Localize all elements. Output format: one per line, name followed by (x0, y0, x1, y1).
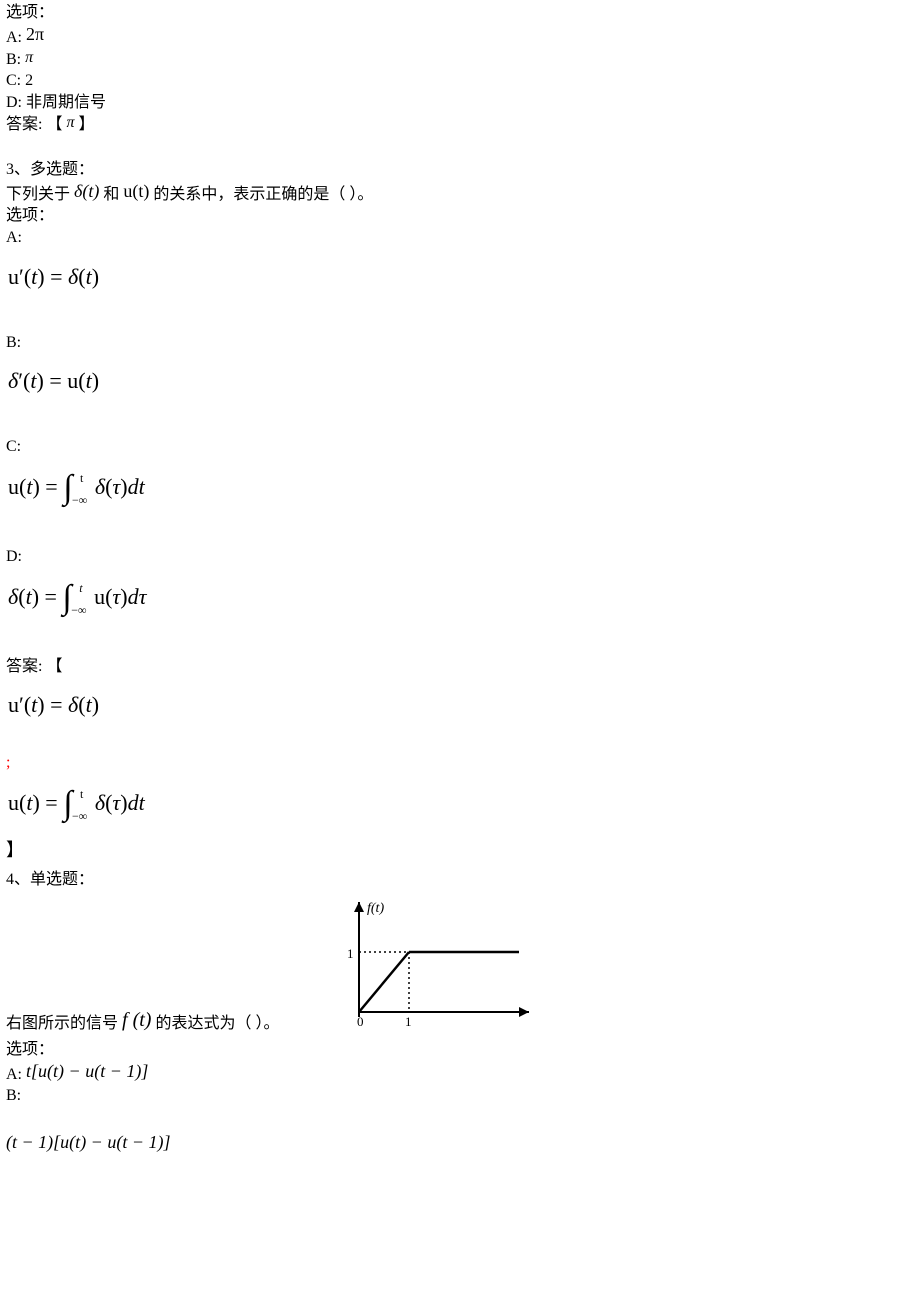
q4-chart: f(t) 1 0 1 (319, 892, 539, 1039)
q4-stem-line: 右图所示的信号 f (t) 的表达式为（ ）。 f(t) 1 0 1 (6, 892, 914, 1039)
svg-text:0: 0 (357, 1014, 364, 1029)
q3-stem-mid: 和 (99, 186, 123, 203)
svg-text:f(t): f(t) (367, 901, 384, 916)
q2-answer-label: 答案: 【 (6, 116, 66, 133)
q3-c-label: C: (6, 437, 914, 458)
svg-text:1: 1 (405, 1014, 412, 1029)
q3-sep: ; (6, 753, 914, 774)
q3-b-eq: δ′(t) = u(t) (8, 367, 914, 396)
q3-ans2: u(t) = ∫ t−∞ δ(τ)dt (8, 788, 914, 822)
q4-options-label: 选项： (6, 1040, 914, 1061)
q3-c-upper: t (80, 472, 95, 484)
q3-d-upper: t (79, 582, 94, 594)
q3-ans2-lower: −∞ (72, 810, 87, 822)
q2-answer-close: 】 (74, 116, 94, 133)
q3-a-label: A: (6, 228, 914, 249)
q2-option-d: D: 非周期信号 (6, 93, 914, 114)
q2-option-a: A: 2π (6, 25, 914, 49)
q4-b-label: B: (6, 1086, 914, 1107)
q3-d-label: D: (6, 547, 914, 568)
q2-c-val: 2 (25, 72, 33, 89)
q3-answer-close: 】 (6, 839, 914, 862)
q3-stem-post: 的关系中，表示正确的是（ ）。 (149, 186, 373, 203)
q3-c-eq: u(t) = ∫ t−∞ δ(τ)dt (8, 472, 914, 506)
signal-plot-svg: f(t) 1 0 1 (319, 892, 539, 1032)
q2-answer: 答案: 【 π 】 (6, 115, 914, 136)
q2-d-label: D: (6, 94, 26, 111)
q4-f: f (t) (122, 1009, 151, 1031)
q4-header: 4、单选题： (6, 870, 914, 891)
q3-delta: δ(t) (74, 181, 99, 201)
q3-stem: 下列关于 δ(t) 和 u(t) 的关系中，表示正确的是（ ）。 (6, 182, 914, 206)
q2-b-label: B: (6, 51, 25, 68)
q2-a-expr: 2π (26, 24, 44, 44)
q2-options-label: 选项： (6, 3, 914, 24)
q3-stem-pre: 下列关于 (6, 186, 74, 203)
q2-c-label: C: (6, 72, 25, 89)
q3-b-label: B: (6, 333, 914, 354)
q3-a-eq: u′(t) = δ(t) (8, 263, 914, 292)
q3-ans2-upper: t (80, 788, 95, 800)
q4-stem-post: 的表达式为（ ）。 (151, 1015, 279, 1032)
q2-a-label: A: (6, 29, 26, 46)
q4-b-eq: (t − 1)[u(t) − u(t − 1)] (6, 1131, 914, 1155)
q3-answer-open: 答案: 【 (6, 657, 914, 678)
q2-answer-expr: π (66, 114, 74, 131)
q2-option-c: C: 2 (6, 71, 914, 92)
q4-stem-pre: 右图所示的信号 (6, 1015, 122, 1032)
svg-text:1: 1 (347, 946, 354, 961)
q3-u: u(t) (123, 181, 149, 201)
q4-a-label: A: (6, 1066, 26, 1083)
q3-d-eq: δ(t) = ∫ t−∞ u(τ)dτ (8, 582, 914, 616)
q3-ans1: u′(t) = δ(t) (8, 691, 914, 720)
q3-c-lower: −∞ (72, 494, 87, 506)
q2-d-val: 非周期信号 (26, 94, 106, 111)
q4-option-a: A: t[u(t) − u(t − 1)] (6, 1062, 914, 1086)
q3-d-lower: −∞ (71, 604, 86, 616)
q3-header: 3、多选题： (6, 160, 914, 181)
q2-b-expr: π (25, 49, 33, 66)
q3-options-label: 选项： (6, 206, 914, 227)
q4-a-eq: t[u(t) − u(t − 1)] (26, 1061, 148, 1081)
q2-option-b: B: π (6, 50, 914, 71)
